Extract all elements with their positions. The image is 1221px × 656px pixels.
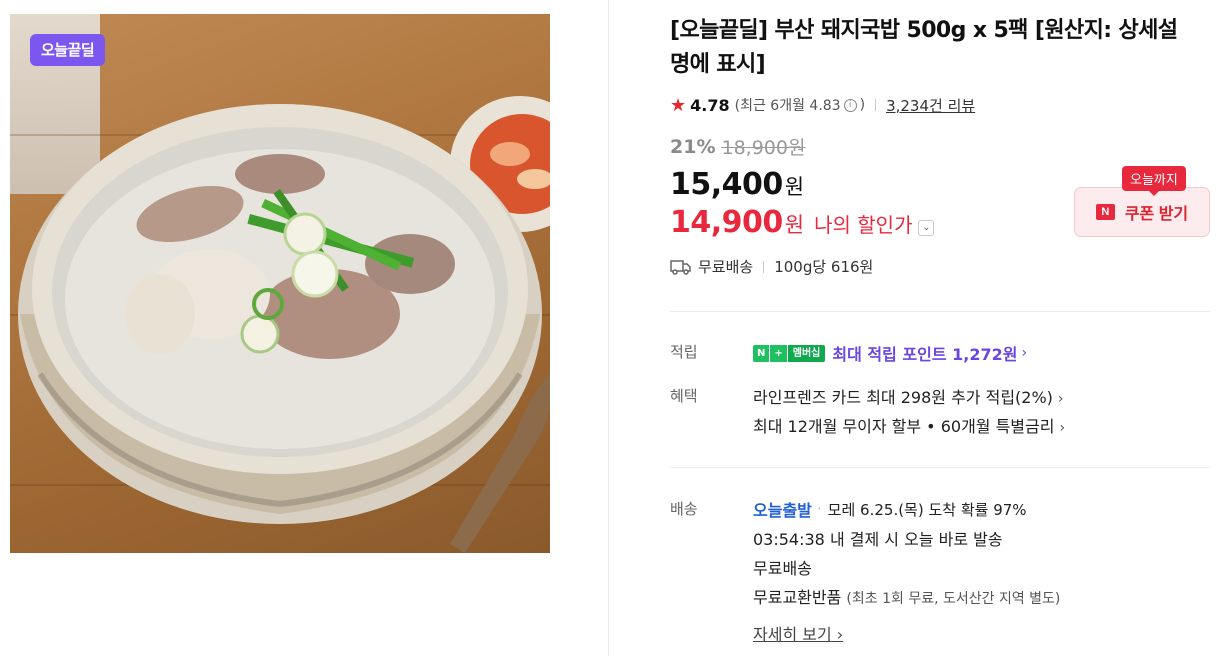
discount-rate: 21%	[670, 135, 716, 158]
separator	[875, 99, 877, 111]
my-price-row: 14,900 원 나의 할인가 ⌄	[670, 205, 935, 240]
coupon-button-label: 쿠폰 받기	[1124, 206, 1189, 223]
recent-rating: (최근 6개월 4.83	[734, 98, 841, 114]
info-icon[interactable]: i	[843, 98, 857, 112]
benefit-installment-item[interactable]: 최대 12개월 무이자 할부 • 60개월 특별금리 ›	[753, 413, 1065, 437]
recent-rating-close: )	[859, 97, 866, 113]
my-price-unit: 원	[784, 213, 805, 237]
max-points-text: 최대 적립 포인트 1,272원	[832, 345, 1018, 364]
chevron-down-icon[interactable]: ⌄	[918, 220, 935, 236]
coupon-deadline-tag: 오늘까지	[1122, 166, 1186, 196]
free-exchange: 무료교환반품	[753, 588, 842, 607]
shipping-summary: 무료배송 100g당 616원	[670, 256, 873, 277]
star-icon: ★	[670, 94, 687, 116]
sale-price: 15,400	[670, 167, 783, 202]
benefits-label: 혜택	[670, 387, 698, 405]
deal-badge: 오늘끝딜	[30, 34, 106, 66]
today-ship-badge: 오늘출발	[753, 501, 812, 520]
product-image[interactable]: 오늘끝딜	[10, 14, 550, 553]
delivery-eta-row: 오늘출발 · 모레 6.25.(목) 도착 확률 97%	[753, 497, 1027, 521]
n-logo-icon: N	[1095, 204, 1115, 220]
chevron-right-icon: ›	[1021, 345, 1028, 361]
benefit-card-item[interactable]: 라인프렌즈 카드 최대 298원 추가 적립(2%) ›	[753, 384, 1064, 408]
exchange-note: (최초 1회 무료, 도서산간 지역 별도)	[846, 591, 1061, 607]
my-price-label: 나의 할인가	[814, 213, 913, 237]
free-exchange-row: 무료교환반품 (최초 1회 무료, 도서산간 지역 별도)	[753, 584, 1060, 608]
truck-icon	[670, 259, 691, 275]
coupon-button[interactable]: N 쿠폰 받기	[1074, 187, 1210, 237]
chevron-right-icon: ›	[1057, 391, 1064, 407]
product-title: [오늘끝딜] 부산 돼지국밥 500g x 5팩 [원산지: 상세설명에 표시]	[670, 18, 1178, 77]
separator	[763, 260, 765, 273]
delivery-eta: 모레 6.25.(목) 도착 확률 97%	[827, 500, 1027, 519]
section-divider	[670, 311, 1210, 312]
reviews-link[interactable]: 3,234건 리뷰	[886, 95, 975, 116]
price-unit: 원	[784, 175, 805, 199]
more-details-link[interactable]: 자세히 보기 ›	[753, 621, 843, 645]
naver-plus-membership-icon: N + 멤버십	[753, 344, 826, 362]
delivery-label: 배송	[670, 500, 698, 518]
price-row: 15,400 원	[670, 167, 804, 202]
dot-separator: ·	[816, 500, 822, 518]
column-divider	[608, 0, 609, 656]
rating-row: ★ 4.78 (최근 6개월 4.83 i ) 3,234건 리뷰	[670, 93, 975, 117]
points-row[interactable]: N + 멤버십 최대 적립 포인트 1,272원 ›	[753, 341, 1027, 365]
section-divider	[670, 467, 1210, 468]
free-shipping-label: 무료배송	[698, 258, 754, 276]
rating-score: 4.78	[690, 95, 730, 115]
my-price: 14,900	[670, 205, 783, 240]
points-label: 적립	[670, 343, 698, 361]
delivery-free: 무료배송	[753, 559, 812, 578]
soup-bowl-illustration	[18, 96, 550, 553]
delivery-countdown: 03:54:38 내 결제 시 오늘 바로 발송	[753, 530, 1003, 549]
unit-price: 100g당 616원	[774, 258, 874, 276]
original-price: 18,900원	[721, 137, 806, 159]
chevron-right-icon: ›	[1059, 420, 1066, 436]
discount-row: 21% 18,900원	[670, 133, 805, 160]
